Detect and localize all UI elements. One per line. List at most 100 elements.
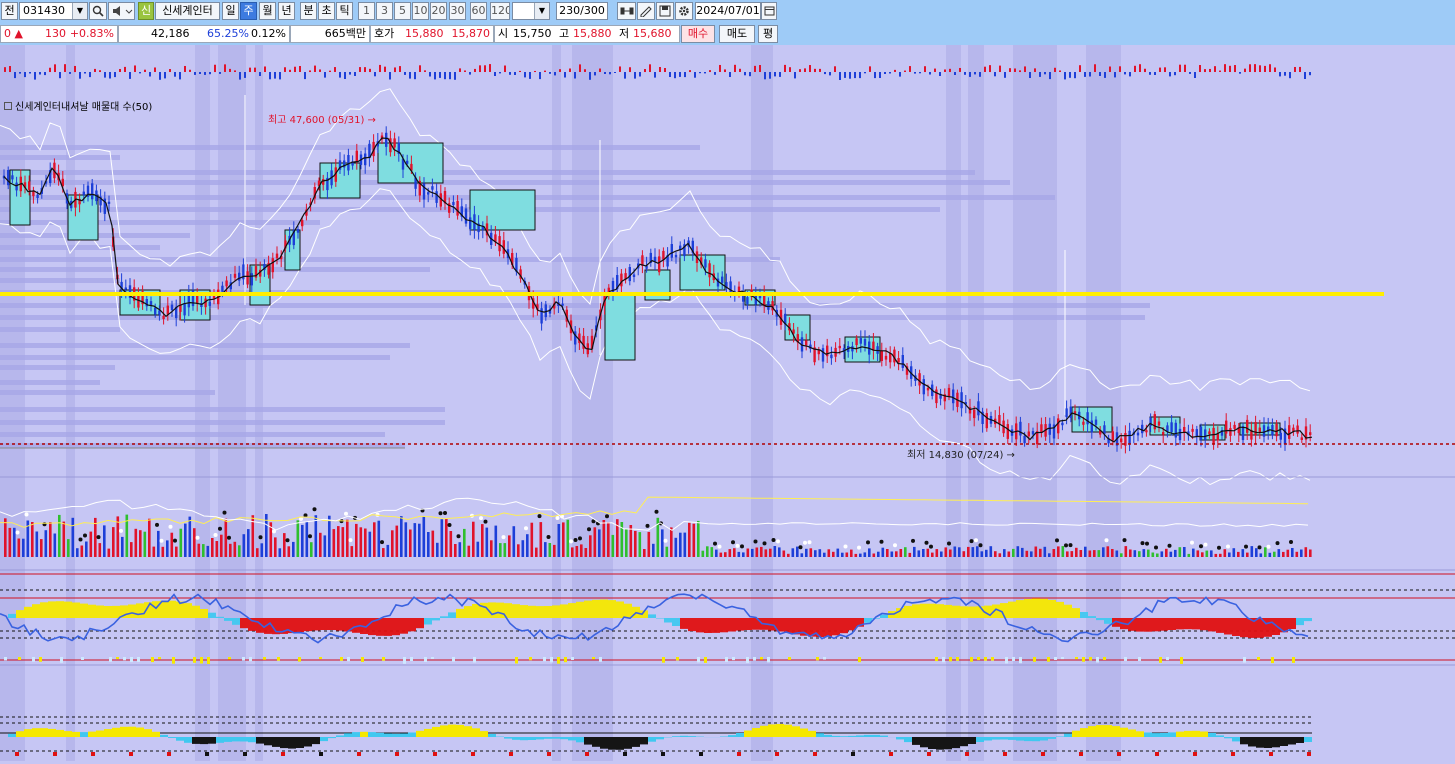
volume-bar: [810, 548, 813, 557]
tab-period-year[interactable]: 년: [278, 2, 295, 20]
osc1-area: [480, 603, 488, 618]
osc1-area: [168, 601, 176, 618]
interval-3[interactable]: 3: [376, 2, 393, 20]
strip-bar: [774, 72, 776, 76]
crosshair-button[interactable]: [617, 2, 636, 20]
osc1-area: [328, 618, 336, 630]
volume-bar: [103, 525, 106, 557]
mode-button[interactable]: 전: [1, 2, 18, 20]
interval-10[interactable]: 10: [412, 2, 429, 20]
strip-bar: [39, 72, 41, 75]
chevron-down-icon[interactable]: ▼: [72, 3, 87, 19]
osc1-tick: [942, 657, 945, 662]
candle-body: [1112, 431, 1114, 440]
interval-30[interactable]: 30: [449, 2, 466, 20]
volume-bar: [121, 537, 124, 557]
volume-dot: [173, 539, 177, 543]
volume-bar: [1210, 550, 1213, 557]
strip-bar: [599, 69, 601, 73]
tab-period-minute[interactable]: 분: [300, 2, 317, 20]
volume-bar: [1048, 553, 1051, 557]
osc2-area: [512, 737, 520, 740]
volume-bar: [373, 522, 376, 557]
osc1-tick: [557, 657, 560, 664]
bar-count-field[interactable]: 230/300: [556, 2, 608, 20]
settings-button[interactable]: [675, 2, 693, 20]
search-button[interactable]: [89, 2, 107, 20]
strip-bar: [409, 72, 411, 79]
sell-button[interactable]: 매도: [719, 25, 755, 43]
calendar-button[interactable]: [761, 2, 777, 20]
osc1-tick: [1180, 657, 1183, 664]
strip-bar: [624, 72, 626, 79]
interval-120[interactable]: 120: [490, 2, 510, 20]
date-field[interactable]: 2024/07/01: [695, 2, 761, 20]
stock-code-input[interactable]: 031430 ▼: [19, 2, 88, 20]
custom-interval-select[interactable]: ▼: [512, 2, 550, 20]
candle-body: [986, 413, 988, 428]
volume-dot: [556, 516, 560, 520]
strip-bar: [839, 72, 841, 80]
volume-bar: [1098, 550, 1101, 557]
chevron-down-icon[interactable]: ▼: [534, 3, 549, 19]
osc2-area: [728, 735, 736, 737]
tab-period-day[interactable]: 일: [222, 2, 239, 20]
osc1-tick: [130, 657, 133, 662]
candle-body: [675, 255, 677, 257]
volume-bar: [747, 549, 750, 558]
osc1-area: [424, 618, 432, 625]
interval-1[interactable]: 1: [358, 2, 375, 20]
volume-bar: [936, 549, 939, 557]
high-label: 고: [559, 26, 569, 42]
strip-bar: [9, 66, 11, 72]
candle-body: [1103, 425, 1105, 434]
checkbox-icon[interactable]: [4, 102, 12, 110]
candle-body: [1233, 425, 1235, 429]
sound-button[interactable]: [108, 2, 135, 20]
volume-bar: [756, 548, 759, 558]
osc2-area: [1136, 731, 1144, 737]
osc1-area: [560, 604, 568, 618]
interval-5[interactable]: 5: [394, 2, 411, 20]
candle-body: [1242, 426, 1244, 440]
volume-bar: [495, 526, 498, 557]
osc2-area: [584, 737, 592, 745]
eval-button[interactable]: 평: [758, 25, 778, 43]
candle-body: [347, 155, 349, 171]
candle-body: [1175, 423, 1177, 438]
volume-bar: [1012, 549, 1015, 557]
osc2-area: [144, 729, 152, 737]
volume-bar: [634, 531, 637, 557]
volume-dot: [974, 538, 978, 542]
strip-bar: [369, 69, 371, 72]
volume-dot: [119, 529, 123, 533]
strip-bar: [934, 69, 936, 72]
osc1-area: [1304, 618, 1312, 621]
osc1-area: [1296, 618, 1304, 625]
save-button[interactable]: [656, 2, 674, 20]
tab-period-week[interactable]: 주: [240, 2, 257, 20]
tab-period-month[interactable]: 월: [259, 2, 276, 20]
osc2-area: [1248, 737, 1256, 747]
indicator-title[interactable]: 신세계인터내셔날 매물대 수(50): [4, 98, 152, 113]
tab-period-tick[interactable]: 틱: [336, 2, 353, 20]
volume-dot: [655, 510, 659, 514]
tab-period-second[interactable]: 초: [318, 2, 335, 20]
osc2-area: [1120, 728, 1128, 737]
chart-canvas[interactable]: [0, 45, 1455, 761]
volume-bar: [873, 554, 876, 558]
buy-button[interactable]: 매수: [681, 25, 715, 43]
osc1-area: [232, 618, 240, 625]
stock-name-field[interactable]: 신세계인터: [155, 2, 220, 20]
volume-box: 42,186 65.25% 0.12%: [118, 25, 290, 43]
interval-60[interactable]: 60: [470, 2, 487, 20]
chart-area[interactable]: 신세계인터내셔날 매물대 수(50) 최고 47,600 (05/31) → 최…: [0, 45, 1455, 761]
volume-dot: [1105, 538, 1109, 542]
cloud-box: [68, 195, 98, 240]
line-tool-button[interactable]: [637, 2, 655, 20]
interval-20[interactable]: 20: [430, 2, 447, 20]
volume-dot: [218, 527, 222, 531]
strip-bar: [184, 66, 186, 72]
volume-bar: [67, 539, 70, 557]
strip-bar: [529, 72, 531, 79]
